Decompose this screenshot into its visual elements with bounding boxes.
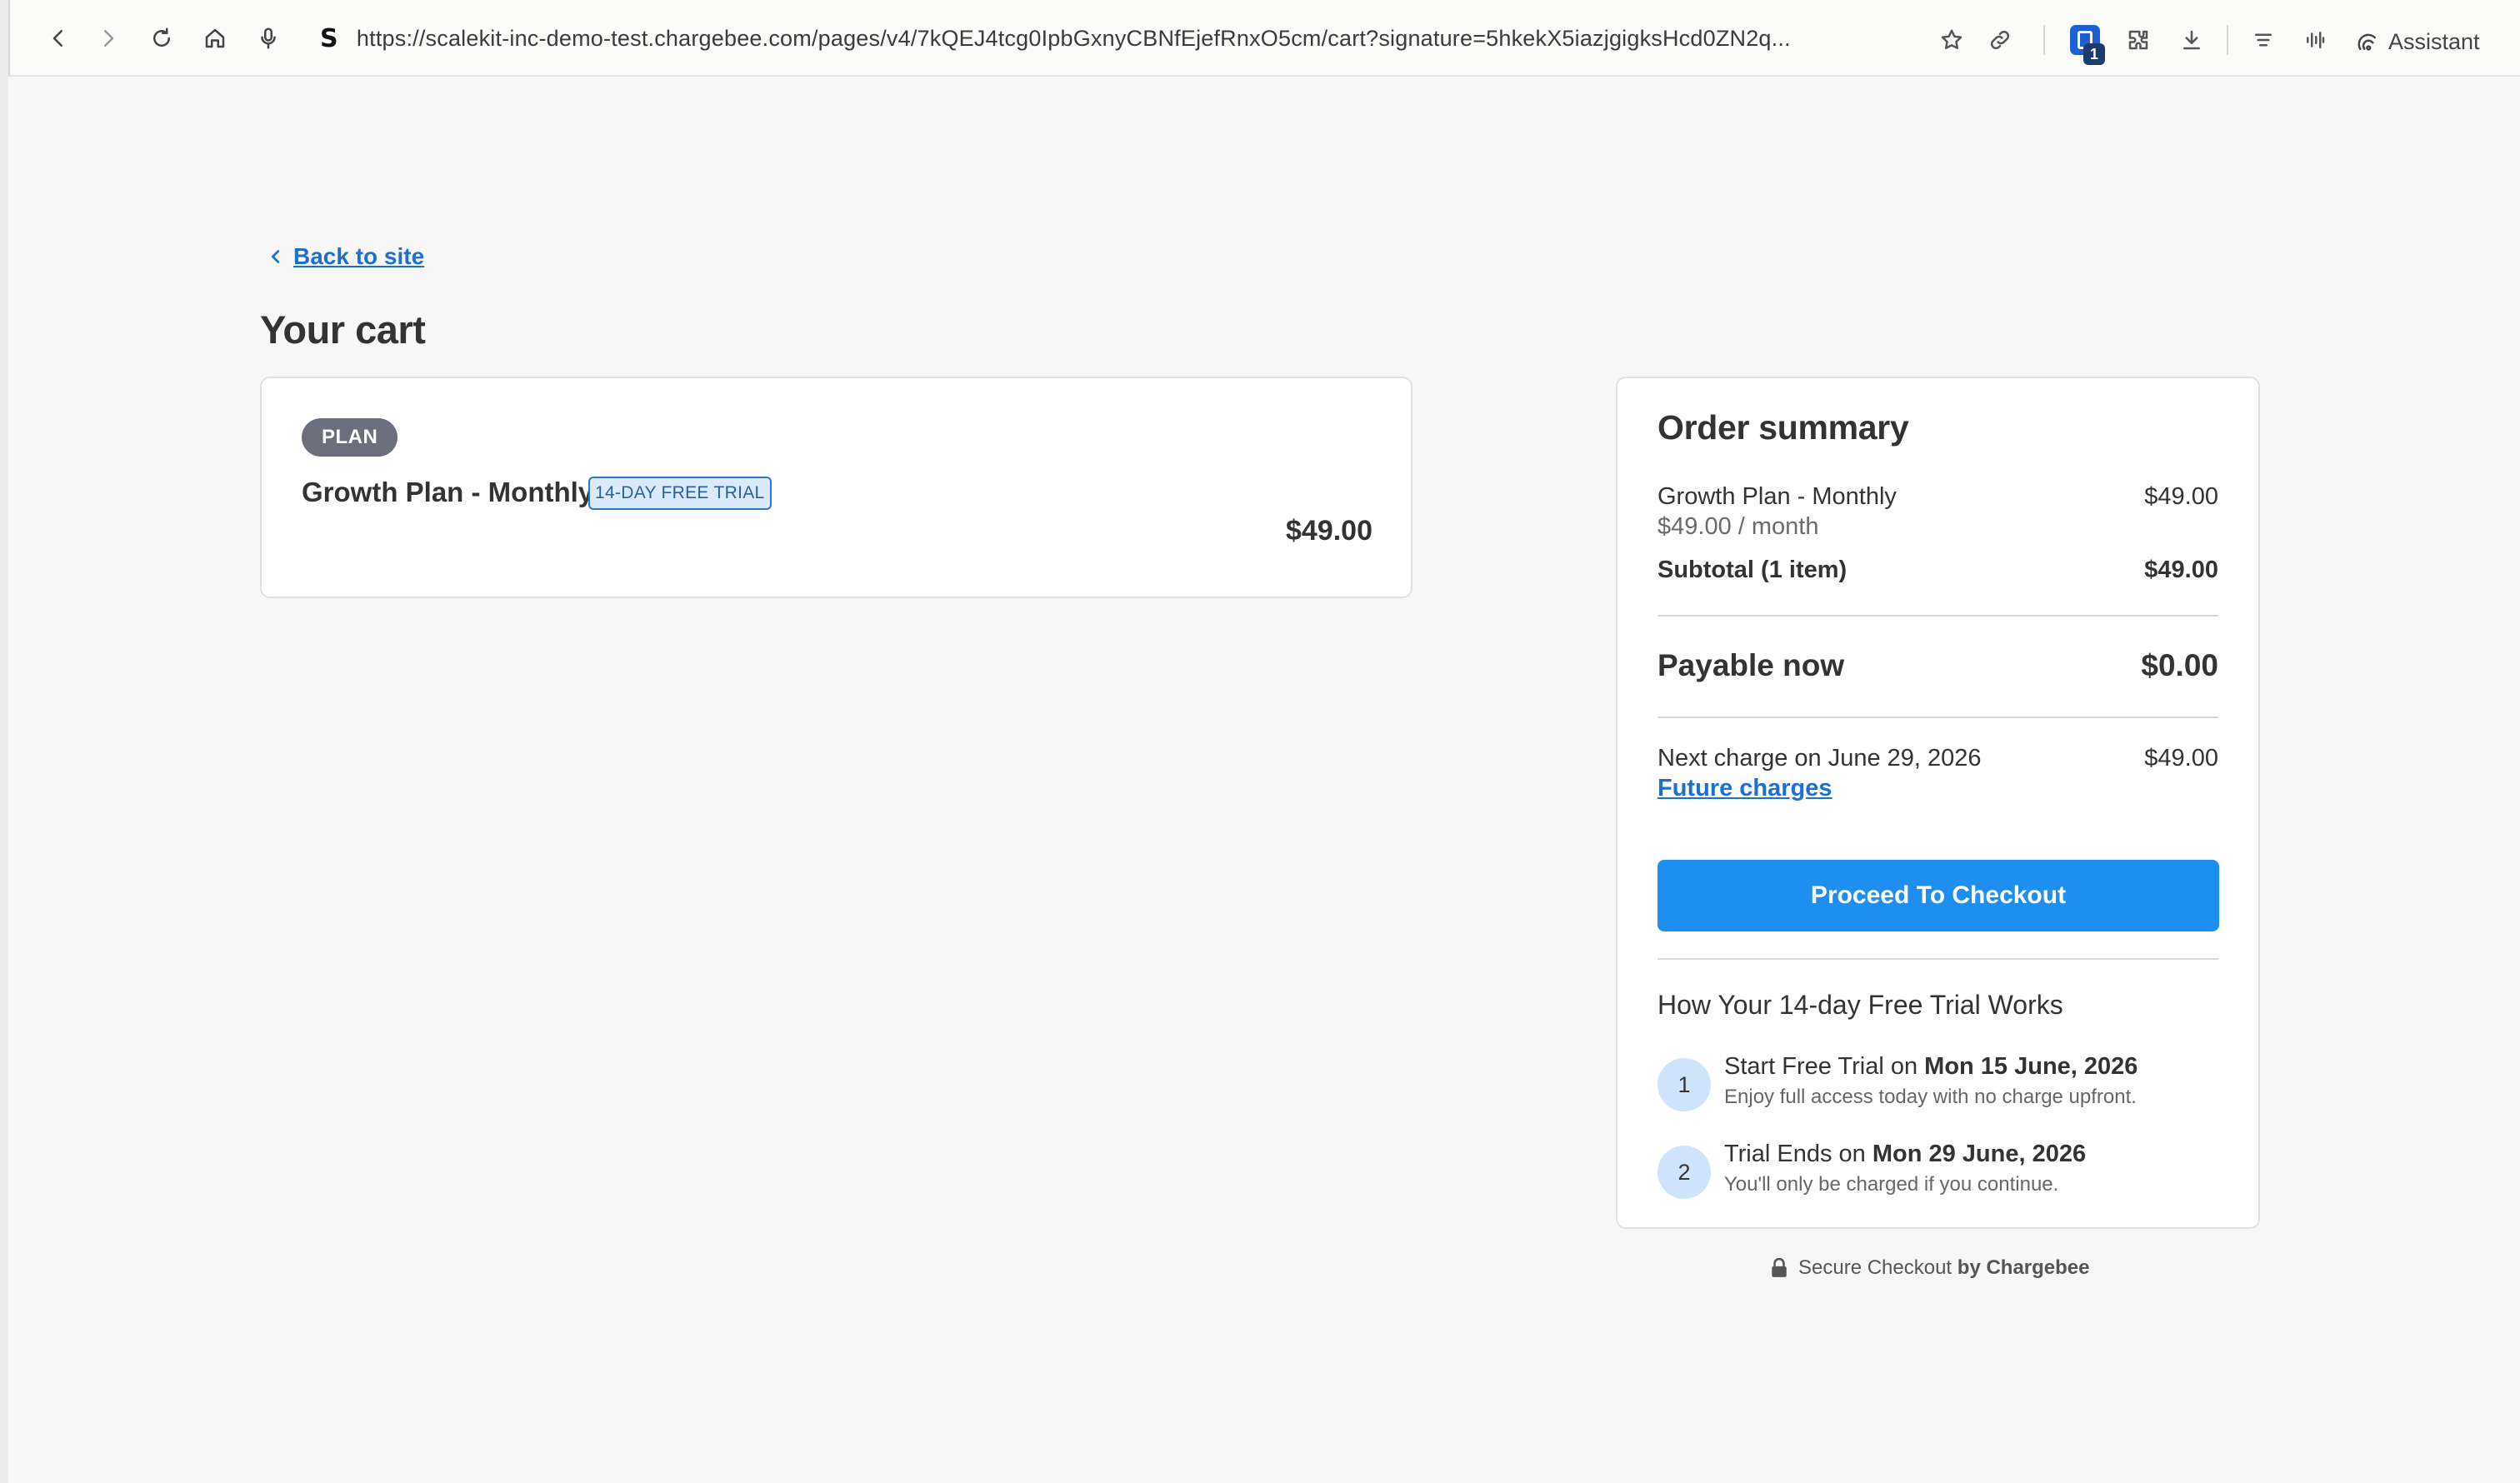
trial-tag: 14-DAY FREE TRIAL — [588, 477, 772, 510]
extension-badge-count: 1 — [2083, 43, 2105, 65]
plan-badge: PLAN — [302, 418, 398, 457]
reader-icon[interactable] — [2247, 23, 2280, 57]
step-description: Enjoy full access today with no charge u… — [1724, 1086, 2137, 1108]
step-date: Mon 15 June, 2026 — [1924, 1053, 2138, 1080]
page-title: Your cart — [260, 307, 426, 352]
trial-steps-title: How Your 14-day Free Trial Works — [1658, 990, 2063, 1020]
audio-wave-icon[interactable] — [2298, 23, 2332, 57]
step-number: 2 — [1658, 1146, 1711, 1199]
payable-now-label: Payable now — [1658, 648, 1845, 682]
cart-item-card: PLAN Growth Plan - Monthly 14-DAY FREE T… — [260, 377, 1412, 598]
assistant-icon — [2358, 33, 2376, 51]
site-favicon-icon: S — [320, 23, 338, 53]
home-icon[interactable] — [198, 22, 232, 55]
toolbar-separator — [2227, 25, 2228, 55]
lock-icon — [1772, 1258, 1787, 1277]
subtotal-value: $49.00 — [2144, 557, 2218, 583]
summary-line-item: Growth Plan - Monthly $49.00 — [1658, 483, 2218, 511]
url-text[interactable]: https://scalekit-inc-demo-test.chargebee… — [357, 26, 1845, 52]
secure-brand: by Chargebee — [1957, 1256, 2090, 1279]
future-charges-row: Future charges — [1658, 775, 2218, 802]
payable-now-row: Payable now $0.00 — [1658, 648, 2218, 683]
secure-checkout-note: Secure Checkout by Chargebee — [1770, 1256, 2090, 1280]
line-item-price: $49.00 — [2144, 483, 2218, 510]
line-item-name: Growth Plan - Monthly — [1658, 483, 1897, 510]
microphone-icon[interactable] — [252, 22, 285, 55]
back-to-site-link[interactable]: Back to site — [267, 243, 424, 270]
line-item-rate-row: $49.00 / month — [1658, 513, 2218, 541]
proceed-to-checkout-button[interactable]: Proceed To Checkout — [1658, 860, 2219, 931]
order-summary-title: Order summary — [1658, 408, 1909, 447]
order-summary-panel: Order summary Growth Plan - Monthly $49.… — [1616, 377, 2260, 1229]
subtotal-label: Subtotal (1 item) — [1658, 557, 1848, 583]
summary-divider — [1658, 717, 2218, 718]
summary-divider — [1658, 958, 2218, 960]
link-icon[interactable] — [1983, 23, 2017, 57]
window-edge — [0, 0, 8, 1483]
trial-step: 2 Trial Ends on Mon 29 June, 2026 You'll… — [1658, 1141, 2218, 1199]
back-to-site-label: Back to site — [293, 243, 425, 269]
next-charge-value: $49.00 — [2144, 745, 2218, 771]
cart-item-price: $49.00 — [1286, 515, 1372, 547]
star-icon[interactable] — [1935, 23, 1968, 57]
puzzle-icon[interactable] — [2122, 23, 2155, 57]
back-arrow-icon[interactable] — [42, 22, 75, 55]
step-main-text: Start Free Trial on Mon 15 June, 2026 — [1724, 1053, 2138, 1081]
download-icon[interactable] — [2175, 23, 2208, 57]
step-prefix: Start Free Trial on — [1724, 1053, 1925, 1080]
summary-divider — [1658, 615, 2218, 617]
step-description: You'll only be charged if you continue. — [1724, 1173, 2059, 1196]
trial-step: 1 Start Free Trial on Mon 15 June, 2026 … — [1658, 1053, 2218, 1111]
cart-item-name: Growth Plan - Monthly — [302, 477, 594, 507]
payable-now-value: $0.00 — [2141, 648, 2218, 682]
browser-toolbar: S https://scalekit-inc-demo-test.chargeb… — [8, 0, 2520, 77]
address-bar[interactable]: S https://scalekit-inc-demo-test.chargeb… — [320, 18, 1845, 58]
assistant-button[interactable]: Assistant — [2355, 25, 2480, 58]
step-prefix: Trial Ends on — [1724, 1141, 1872, 1167]
line-item-rate: $49.00 / month — [1658, 513, 1819, 540]
future-charges-link[interactable]: Future charges — [1658, 775, 1832, 802]
chevron-left-icon — [271, 250, 280, 263]
next-charge-label: Next charge on June 29, 2026 — [1658, 745, 1982, 771]
subtotal-row: Subtotal (1 item) $49.00 — [1658, 557, 2218, 584]
step-number: 1 — [1658, 1058, 1711, 1111]
step-main-text: Trial Ends on Mon 29 June, 2026 — [1724, 1141, 2086, 1168]
reload-icon[interactable] — [145, 22, 178, 55]
secure-prefix: Secure Checkout — [1798, 1256, 1958, 1279]
forward-arrow-icon[interactable] — [92, 22, 125, 55]
next-charge-row: Next charge on June 29, 2026 $49.00 — [1658, 745, 2218, 772]
step-date: Mon 29 June, 2026 — [1872, 1141, 2087, 1167]
assistant-label: Assistant — [2388, 28, 2480, 54]
toolbar-separator — [2043, 25, 2045, 55]
